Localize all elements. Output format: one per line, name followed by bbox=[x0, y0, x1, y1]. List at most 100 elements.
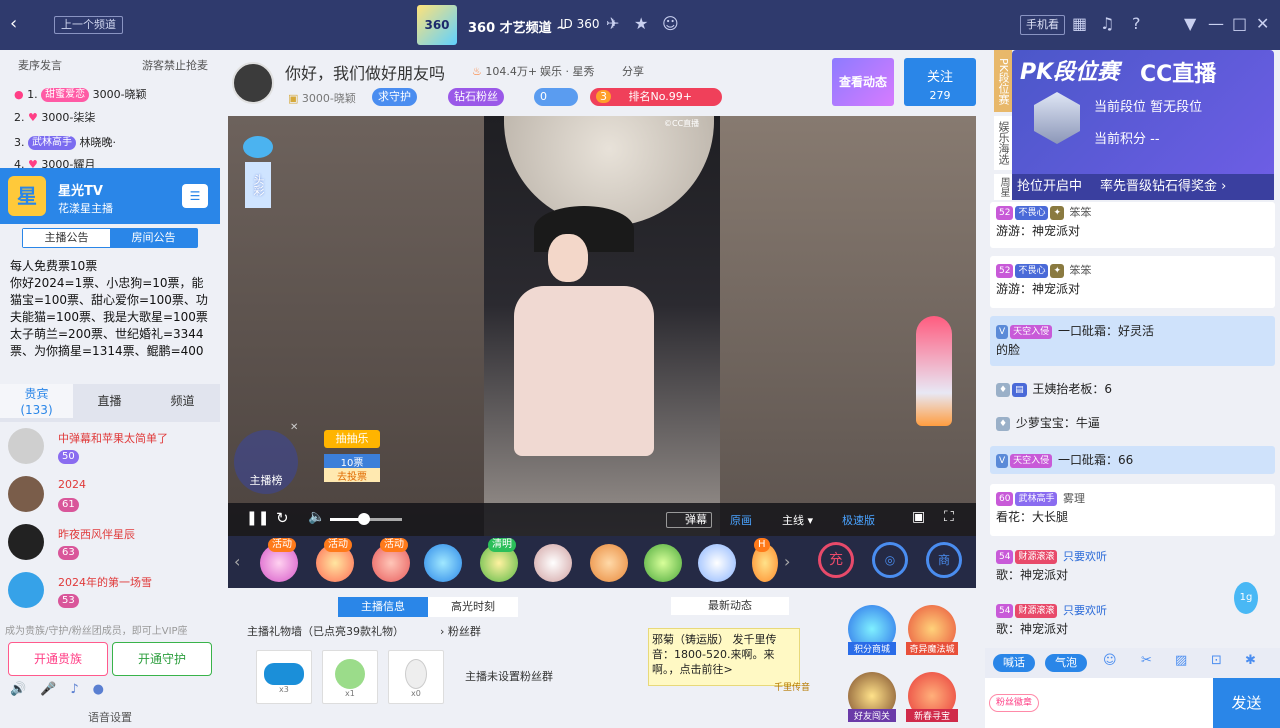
guard-button[interactable]: 求守护 bbox=[372, 88, 417, 106]
gift-item[interactable] bbox=[644, 544, 682, 582]
chevron-left-icon[interactable]: ‹ bbox=[234, 552, 240, 571]
tab-room-announcement[interactable]: 房间公告 bbox=[110, 229, 197, 247]
gift-item[interactable]: 清明 bbox=[480, 538, 518, 582]
back-icon[interactable]: ‹ bbox=[10, 13, 17, 34]
bubble-button[interactable]: 气泡 bbox=[1045, 654, 1087, 672]
host-list-button[interactable]: 主播榜 bbox=[234, 430, 298, 494]
pause-icon[interactable]: ❚❚ bbox=[246, 510, 269, 526]
grid-icon[interactable]: ▦ bbox=[1072, 14, 1087, 33]
vip-user[interactable]: 中弹幕和苹果太简单了 50 bbox=[8, 428, 213, 472]
view-dynamics-button[interactable]: 查看动态 bbox=[832, 58, 894, 106]
open-guard-button[interactable]: 开通守护 bbox=[112, 642, 212, 676]
video-player[interactable]: ©CC直播 头彩 主播榜 ✕ 抽抽乐 10票 去投票 bbox=[228, 116, 976, 536]
plane-icon[interactable]: ✈ bbox=[606, 14, 619, 33]
mobile-watch-button[interactable]: 手机看 bbox=[1020, 15, 1065, 35]
rank-badge[interactable]: 3 排名No.99+ bbox=[590, 88, 722, 106]
bag-icon[interactable]: ◎ bbox=[872, 542, 908, 578]
gift-item[interactable]: 活动 bbox=[316, 538, 354, 582]
gift-item[interactable]: 活动 bbox=[260, 538, 298, 582]
vip-user[interactable]: 昨夜西风伴星辰 63 bbox=[8, 524, 213, 568]
close-icon[interactable]: ✕ bbox=[1256, 14, 1269, 33]
diamond-fans-button[interactable]: 钻石粉丝 bbox=[448, 88, 504, 106]
side-label-pk[interactable]: PK段位赛 bbox=[994, 50, 1012, 112]
chat-input[interactable]: 粉丝徽章 bbox=[985, 678, 1213, 728]
voice-settings[interactable]: 语音设置 bbox=[88, 709, 132, 725]
settings-icon[interactable]: ✱ bbox=[1245, 653, 1256, 668]
lock-icon[interactable]: ⊡ bbox=[1211, 653, 1222, 668]
prev-channel-button[interactable]: 上一个频道 bbox=[54, 16, 123, 34]
bell-icon[interactable]: ♫ bbox=[1100, 14, 1114, 33]
fan-group-link[interactable]: › 粉丝群 bbox=[440, 623, 481, 639]
camera-icon[interactable]: ▣ bbox=[912, 509, 925, 525]
shop-icon[interactable]: 商 bbox=[926, 542, 962, 578]
recharge-icon[interactable]: 充 bbox=[818, 542, 854, 578]
quality-button[interactable]: 原画 bbox=[730, 512, 752, 528]
help-icon[interactable]: ? bbox=[1132, 14, 1141, 33]
menu-icon[interactable]: ☰ bbox=[182, 184, 208, 208]
chevron-right-icon[interactable]: › bbox=[784, 552, 790, 571]
latest-dynamics-tab[interactable]: 最新动态 bbox=[671, 597, 789, 615]
close-icon[interactable]: ✕ bbox=[290, 422, 298, 433]
side-label-weekstar[interactable]: 周星 bbox=[994, 174, 1012, 200]
tab-host-info[interactable]: 主播信息 bbox=[338, 597, 428, 617]
fan-badge-button[interactable]: 粉丝徽章 bbox=[989, 694, 1040, 712]
maximize-icon[interactable]: □ bbox=[1232, 14, 1247, 33]
side-label-audition[interactable]: 娱乐海选 bbox=[994, 116, 1012, 170]
gift-wall-item[interactable]: x3 bbox=[256, 650, 312, 704]
tab-host-announcement[interactable]: 主播公告 bbox=[23, 229, 110, 247]
rank-item[interactable]: 3. 武林高手 林晓晚· bbox=[14, 134, 116, 150]
fullscreen-icon[interactable]: ⛶ bbox=[944, 509, 954, 525]
chat-message[interactable]: 54 财源滚滚 只要欢听 歌：神宠派对 bbox=[990, 546, 1275, 592]
rocket-gift[interactable] bbox=[916, 316, 952, 426]
gift-item[interactable] bbox=[424, 544, 462, 582]
anchor-avatar[interactable] bbox=[232, 62, 274, 104]
share-button[interactable]: 分享 bbox=[622, 63, 644, 79]
tab-live[interactable]: 直播 bbox=[73, 384, 146, 418]
volume-icon[interactable]: 🔈 bbox=[308, 509, 325, 525]
gift-item[interactable] bbox=[698, 544, 736, 582]
star-icon[interactable]: ★ bbox=[634, 14, 648, 33]
rank-item[interactable]: ● 1. 甜蜜爱恋 3000-晓颖 bbox=[14, 86, 147, 102]
gift-wall-item[interactable]: x1 bbox=[322, 650, 378, 704]
channel-name[interactable]: 360 才艺频道 ~ bbox=[468, 17, 567, 36]
gift-wall-title[interactable]: 主播礼物墙（已点亮39款礼物） bbox=[247, 623, 404, 639]
mic-order-tab[interactable]: 麦序发言 bbox=[18, 57, 62, 73]
chat-message[interactable]: ♦ 少萝宝宝：牛逼 bbox=[990, 410, 1275, 434]
line-select[interactable]: 主线 ▾ bbox=[782, 512, 813, 528]
chat-message[interactable]: 52 不畏心 ✦ 笨笨 游游：神宠派对 bbox=[990, 256, 1275, 308]
volume-knob[interactable] bbox=[358, 513, 370, 525]
tab-highlights[interactable]: 高光时刻 bbox=[428, 597, 518, 617]
pk-banner[interactable]: 抢位开启中 率先晋级钻石得奖金 › bbox=[1012, 174, 1274, 200]
tab-guests[interactable]: 贵宾 (133) bbox=[0, 384, 73, 418]
chat-message[interactable]: 54 财源滚滚 只要欢听 歌：神宠派对 bbox=[990, 600, 1275, 646]
chat-message[interactable]: 60 武林高手 雾理 看花：大长腿 bbox=[990, 484, 1275, 536]
gift-item[interactable]: H bbox=[752, 538, 778, 582]
vip-user[interactable]: 2024 61 bbox=[8, 476, 213, 520]
tab-channel[interactable]: 频道 bbox=[146, 384, 219, 418]
refresh-icon[interactable]: ↻ bbox=[276, 509, 289, 527]
lottery-widget[interactable]: 抽抽乐 10票 去投票 bbox=[324, 430, 380, 490]
vip-user[interactable]: 2024年的第一场雪 53 bbox=[8, 572, 213, 616]
send-button[interactable]: 发送 bbox=[1213, 678, 1280, 728]
open-noble-button[interactable]: 开通贵族 bbox=[8, 642, 108, 676]
emoji-icon[interactable]: ☺ bbox=[1103, 653, 1117, 668]
fans-count[interactable]: 0 bbox=[534, 88, 578, 106]
chat-message[interactable]: V 天空入侵 一口砒霜：好灵活 的脸 bbox=[990, 316, 1275, 366]
minimize-icon[interactable]: — bbox=[1208, 14, 1224, 33]
chat-message[interactable]: V 天空入侵 一口砒霜：66 bbox=[990, 446, 1275, 474]
scissors-icon[interactable]: ✂ bbox=[1141, 653, 1152, 668]
fast-mode-button[interactable]: 极速版 bbox=[842, 512, 875, 528]
chat-message[interactable]: 52 不畏心 ✦ 笨笨 游游：神宠派对 bbox=[990, 202, 1275, 248]
head-color-badge[interactable]: 头彩 bbox=[238, 136, 278, 246]
shout-button[interactable]: 喊话 bbox=[993, 654, 1035, 672]
users-icon[interactable]: ☺ bbox=[662, 14, 679, 33]
dropdown-icon[interactable]: ▼ bbox=[1184, 14, 1196, 33]
float-gift-badge[interactable]: 1g bbox=[1234, 582, 1258, 614]
follow-button[interactable]: 关注 279 bbox=[904, 58, 976, 106]
image-icon[interactable]: ▨ bbox=[1175, 653, 1187, 668]
gift-wall-item[interactable]: x0 bbox=[388, 650, 444, 704]
danmaku-toggle[interactable]: 弹幕 bbox=[666, 512, 712, 528]
rank-item[interactable]: 2. ♥ 3000-柒柒 bbox=[14, 109, 95, 125]
host-channel-card[interactable]: 星 星光TV 花漾星主播 ☰ bbox=[0, 168, 220, 224]
category[interactable]: 娱乐 · 星秀 bbox=[540, 63, 595, 79]
